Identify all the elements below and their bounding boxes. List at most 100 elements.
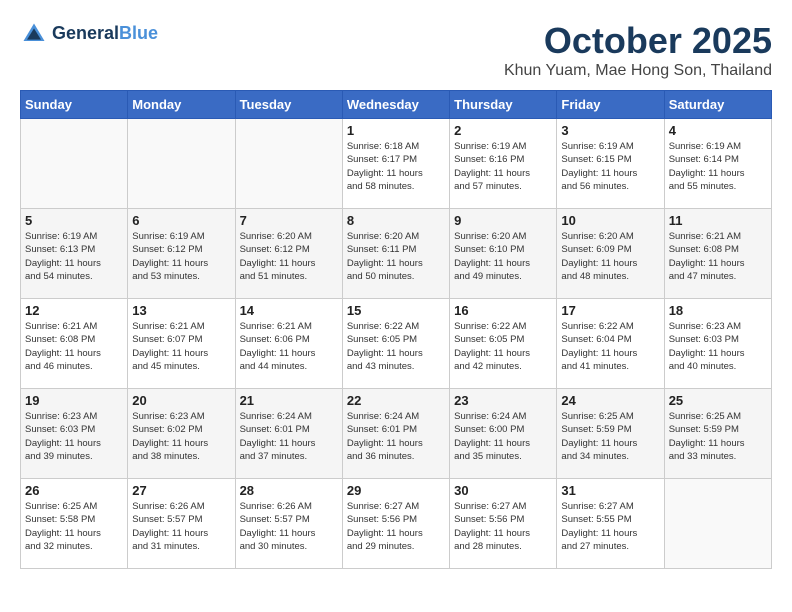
day-number: 28 <box>240 483 338 498</box>
location-subtitle: Khun Yuam, Mae Hong Son, Thailand <box>504 62 772 80</box>
day-info: Sunrise: 6:19 AM Sunset: 6:13 PM Dayligh… <box>25 230 123 283</box>
day-number: 9 <box>454 213 552 228</box>
day-info: Sunrise: 6:21 AM Sunset: 6:08 PM Dayligh… <box>669 230 767 283</box>
day-number: 25 <box>669 393 767 408</box>
calendar-day-cell: 2 Sunrise: 6:19 AM Sunset: 6:16 PM Daylig… <box>450 119 557 209</box>
day-info: Sunrise: 6:24 AM Sunset: 6:01 PM Dayligh… <box>240 410 338 463</box>
weekday-header-tuesday: Tuesday <box>235 91 342 119</box>
day-number: 3 <box>561 123 659 138</box>
day-info: Sunrise: 6:25 AM Sunset: 5:59 PM Dayligh… <box>669 410 767 463</box>
weekday-header-sunday: Sunday <box>21 91 128 119</box>
day-number: 29 <box>347 483 445 498</box>
calendar-day-cell: 29 Sunrise: 6:27 AM Sunset: 5:56 PM Dayli… <box>342 479 449 569</box>
calendar-day-cell: 14 Sunrise: 6:21 AM Sunset: 6:06 PM Dayli… <box>235 299 342 389</box>
day-info: Sunrise: 6:23 AM Sunset: 6:03 PM Dayligh… <box>669 320 767 373</box>
day-number: 19 <box>25 393 123 408</box>
calendar-day-cell: 10 Sunrise: 6:20 AM Sunset: 6:09 PM Dayli… <box>557 209 664 299</box>
day-info: Sunrise: 6:20 AM Sunset: 6:10 PM Dayligh… <box>454 230 552 283</box>
calendar-week-row: 19 Sunrise: 6:23 AM Sunset: 6:03 PM Dayli… <box>21 389 772 479</box>
day-info: Sunrise: 6:21 AM Sunset: 6:06 PM Dayligh… <box>240 320 338 373</box>
day-info: Sunrise: 6:18 AM Sunset: 6:17 PM Dayligh… <box>347 140 445 193</box>
day-info: Sunrise: 6:20 AM Sunset: 6:09 PM Dayligh… <box>561 230 659 283</box>
day-number: 22 <box>347 393 445 408</box>
calendar-empty-cell <box>235 119 342 209</box>
title-area: October 2025 Khun Yuam, Mae Hong Son, Th… <box>504 20 772 80</box>
calendar-day-cell: 12Sunrise: 6:21 AM Sunset: 6:08 PM Dayli… <box>21 299 128 389</box>
calendar-day-cell: 28 Sunrise: 6:26 AM Sunset: 5:57 PM Dayli… <box>235 479 342 569</box>
weekday-header-wednesday: Wednesday <box>342 91 449 119</box>
calendar-day-cell: 26 Sunrise: 6:25 AM Sunset: 5:58 PM Dayli… <box>21 479 128 569</box>
day-number: 16 <box>454 303 552 318</box>
day-info: Sunrise: 6:27 AM Sunset: 5:56 PM Dayligh… <box>347 500 445 553</box>
calendar-day-cell: 3 Sunrise: 6:19 AM Sunset: 6:15 PM Daylig… <box>557 119 664 209</box>
calendar-day-cell: 21 Sunrise: 6:24 AM Sunset: 6:01 PM Dayli… <box>235 389 342 479</box>
day-number: 11 <box>669 213 767 228</box>
day-number: 26 <box>25 483 123 498</box>
calendar-day-cell: 11 Sunrise: 6:21 AM Sunset: 6:08 PM Dayli… <box>664 209 771 299</box>
day-info: Sunrise: 6:24 AM Sunset: 6:01 PM Dayligh… <box>347 410 445 463</box>
day-info: Sunrise: 6:26 AM Sunset: 5:57 PM Dayligh… <box>240 500 338 553</box>
day-number: 7 <box>240 213 338 228</box>
weekday-header-saturday: Saturday <box>664 91 771 119</box>
calendar-day-cell: 1 Sunrise: 6:18 AM Sunset: 6:17 PM Daylig… <box>342 119 449 209</box>
weekday-header-monday: Monday <box>128 91 235 119</box>
calendar-day-cell: 4 Sunrise: 6:19 AM Sunset: 6:14 PM Daylig… <box>664 119 771 209</box>
calendar-week-row: 1 Sunrise: 6:18 AM Sunset: 6:17 PM Daylig… <box>21 119 772 209</box>
day-number: 14 <box>240 303 338 318</box>
day-number: 18 <box>669 303 767 318</box>
calendar-day-cell: 13Sunrise: 6:21 AM Sunset: 6:07 PM Dayli… <box>128 299 235 389</box>
day-number: 4 <box>669 123 767 138</box>
calendar-day-cell: 22 Sunrise: 6:24 AM Sunset: 6:01 PM Dayli… <box>342 389 449 479</box>
day-info: Sunrise: 6:22 AM Sunset: 6:05 PM Dayligh… <box>454 320 552 373</box>
day-number: 15 <box>347 303 445 318</box>
day-number: 30 <box>454 483 552 498</box>
calendar-day-cell: 24Sunrise: 6:25 AM Sunset: 5:59 PM Dayli… <box>557 389 664 479</box>
calendar-day-cell: 9 Sunrise: 6:20 AM Sunset: 6:10 PM Daylig… <box>450 209 557 299</box>
calendar-day-cell: 27Sunrise: 6:26 AM Sunset: 5:57 PM Dayli… <box>128 479 235 569</box>
calendar-week-row: 12Sunrise: 6:21 AM Sunset: 6:08 PM Dayli… <box>21 299 772 389</box>
day-info: Sunrise: 6:21 AM Sunset: 6:08 PM Dayligh… <box>25 320 123 373</box>
day-number: 2 <box>454 123 552 138</box>
page-header: GeneralBlue October 2025 Khun Yuam, Mae … <box>20 20 772 80</box>
day-number: 6 <box>132 213 230 228</box>
day-number: 8 <box>347 213 445 228</box>
day-number: 31 <box>561 483 659 498</box>
day-info: Sunrise: 6:19 AM Sunset: 6:15 PM Dayligh… <box>561 140 659 193</box>
day-number: 20 <box>132 393 230 408</box>
logo-text: GeneralBlue <box>52 24 158 44</box>
month-title: October 2025 <box>504 20 772 62</box>
calendar-empty-cell <box>128 119 235 209</box>
day-info: Sunrise: 6:27 AM Sunset: 5:56 PM Dayligh… <box>454 500 552 553</box>
calendar-day-cell: 17Sunrise: 6:22 AM Sunset: 6:04 PM Dayli… <box>557 299 664 389</box>
calendar-week-row: 5Sunrise: 6:19 AM Sunset: 6:13 PM Daylig… <box>21 209 772 299</box>
day-info: Sunrise: 6:22 AM Sunset: 6:04 PM Dayligh… <box>561 320 659 373</box>
logo: GeneralBlue <box>20 20 158 48</box>
day-number: 21 <box>240 393 338 408</box>
day-info: Sunrise: 6:21 AM Sunset: 6:07 PM Dayligh… <box>132 320 230 373</box>
day-info: Sunrise: 6:19 AM Sunset: 6:14 PM Dayligh… <box>669 140 767 193</box>
calendar-day-cell: 19 Sunrise: 6:23 AM Sunset: 6:03 PM Dayli… <box>21 389 128 479</box>
calendar-day-cell: 6 Sunrise: 6:19 AM Sunset: 6:12 PM Daylig… <box>128 209 235 299</box>
day-info: Sunrise: 6:23 AM Sunset: 6:02 PM Dayligh… <box>132 410 230 463</box>
day-number: 23 <box>454 393 552 408</box>
day-number: 1 <box>347 123 445 138</box>
calendar-day-cell: 20 Sunrise: 6:23 AM Sunset: 6:02 PM Dayli… <box>128 389 235 479</box>
day-number: 27 <box>132 483 230 498</box>
day-info: Sunrise: 6:20 AM Sunset: 6:11 PM Dayligh… <box>347 230 445 283</box>
day-number: 10 <box>561 213 659 228</box>
day-info: Sunrise: 6:23 AM Sunset: 6:03 PM Dayligh… <box>25 410 123 463</box>
day-info: Sunrise: 6:25 AM Sunset: 5:59 PM Dayligh… <box>561 410 659 463</box>
calendar-day-cell: 18 Sunrise: 6:23 AM Sunset: 6:03 PM Dayli… <box>664 299 771 389</box>
calendar-day-cell: 15 Sunrise: 6:22 AM Sunset: 6:05 PM Dayli… <box>342 299 449 389</box>
day-info: Sunrise: 6:22 AM Sunset: 6:05 PM Dayligh… <box>347 320 445 373</box>
day-info: Sunrise: 6:19 AM Sunset: 6:16 PM Dayligh… <box>454 140 552 193</box>
calendar-table: SundayMondayTuesdayWednesdayThursdayFrid… <box>20 90 772 569</box>
calendar-day-cell: 7Sunrise: 6:20 AM Sunset: 6:12 PM Daylig… <box>235 209 342 299</box>
day-info: Sunrise: 6:19 AM Sunset: 6:12 PM Dayligh… <box>132 230 230 283</box>
calendar-day-cell: 8 Sunrise: 6:20 AM Sunset: 6:11 PM Daylig… <box>342 209 449 299</box>
calendar-day-cell: 25 Sunrise: 6:25 AM Sunset: 5:59 PM Dayli… <box>664 389 771 479</box>
calendar-day-cell: 23Sunrise: 6:24 AM Sunset: 6:00 PM Dayli… <box>450 389 557 479</box>
day-info: Sunrise: 6:25 AM Sunset: 5:58 PM Dayligh… <box>25 500 123 553</box>
calendar-week-row: 26 Sunrise: 6:25 AM Sunset: 5:58 PM Dayli… <box>21 479 772 569</box>
calendar-empty-cell <box>664 479 771 569</box>
